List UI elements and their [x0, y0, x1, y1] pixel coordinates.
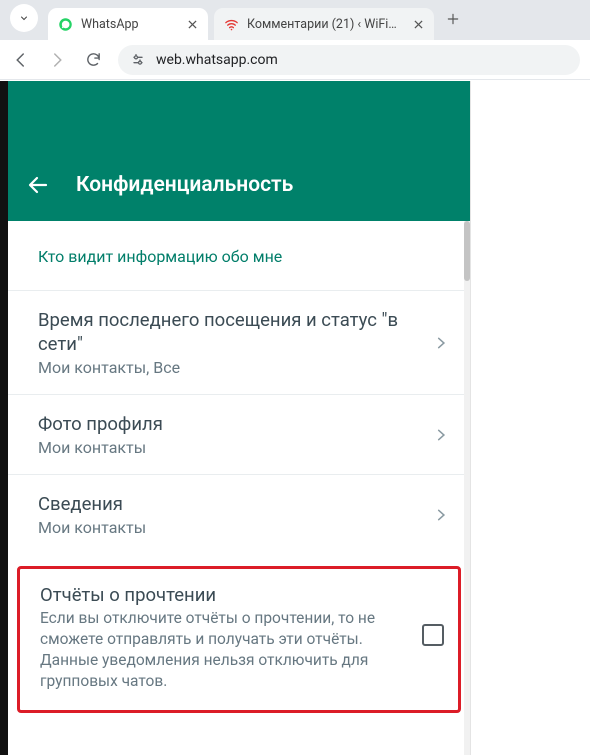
tab-title: Комментарии (21) ‹ WiFiGid —	[247, 17, 402, 32]
read-receipts-checkbox[interactable]	[422, 624, 444, 646]
arrow-right-icon	[48, 51, 66, 69]
back-button[interactable]	[26, 173, 50, 197]
plus-icon	[446, 12, 460, 26]
reload-button[interactable]	[82, 51, 104, 68]
url-text: web.whatsapp.com	[156, 52, 278, 68]
tab-close-button[interactable]	[184, 16, 200, 32]
row-last-seen[interactable]: Время последнего посещения и статус "в с…	[8, 290, 470, 394]
row-subtitle: Мои контакты	[38, 438, 434, 457]
row-title: Время последнего посещения и статус "в с…	[38, 308, 434, 356]
row-read-receipts[interactable]: Отчёты о прочтении Если вы отключите отч…	[17, 566, 461, 713]
wifi-favicon-icon	[224, 17, 239, 32]
close-icon	[414, 20, 423, 29]
tab-title: WhatsApp	[81, 17, 176, 32]
row-subtitle: Мои контакты	[38, 518, 434, 537]
app-left-edge	[0, 81, 8, 755]
chevron-right-icon	[434, 332, 448, 354]
reload-icon	[85, 51, 102, 68]
read-receipts-title: Отчёты о прочтении	[40, 584, 412, 606]
site-settings-icon[interactable]	[130, 52, 146, 68]
browser-toolbar: web.whatsapp.com	[0, 40, 590, 80]
scrollbar[interactable]	[464, 221, 470, 755]
arrow-left-icon	[12, 51, 30, 69]
whatsapp-web: Конфиденциальность Кто видит информацию …	[0, 81, 590, 755]
section-who-sees-label: Кто видит информацию обо мне	[8, 221, 470, 290]
panel-title: Конфиденциальность	[76, 173, 293, 197]
privacy-settings-panel: Конфиденциальность Кто видит информацию …	[8, 81, 471, 755]
browser-tab[interactable]: Комментарии (21) ‹ WiFiGid —	[214, 8, 434, 40]
tab-close-button[interactable]	[410, 16, 426, 32]
read-receipts-desc: Если вы отключите отчёты о прочтении, то…	[40, 608, 412, 692]
back-button[interactable]	[10, 51, 32, 69]
chevron-right-icon	[434, 504, 448, 526]
row-subtitle: Мои контакты, Все	[38, 358, 434, 377]
row-profile-photo[interactable]: Фото профиля Мои контакты	[8, 394, 470, 474]
row-about[interactable]: Сведения Мои контакты	[8, 474, 470, 554]
forward-button[interactable]	[46, 51, 68, 69]
browser-tab-strip: WhatsApp Комментарии (21) ‹ WiFiGid —	[0, 0, 590, 40]
browser-tab[interactable]: WhatsApp	[48, 8, 208, 40]
arrow-left-icon	[26, 173, 50, 197]
panel-header: Конфиденциальность	[8, 81, 470, 221]
tab-search-button[interactable]	[10, 4, 38, 32]
close-icon	[188, 20, 197, 29]
new-tab-button[interactable]	[440, 6, 466, 32]
row-title: Сведения	[38, 492, 434, 516]
address-bar[interactable]: web.whatsapp.com	[118, 45, 580, 75]
whatsapp-favicon-icon	[58, 17, 73, 32]
row-title: Фото профиля	[38, 412, 434, 436]
chevron-down-icon	[18, 12, 30, 24]
chevron-right-icon	[434, 424, 448, 446]
